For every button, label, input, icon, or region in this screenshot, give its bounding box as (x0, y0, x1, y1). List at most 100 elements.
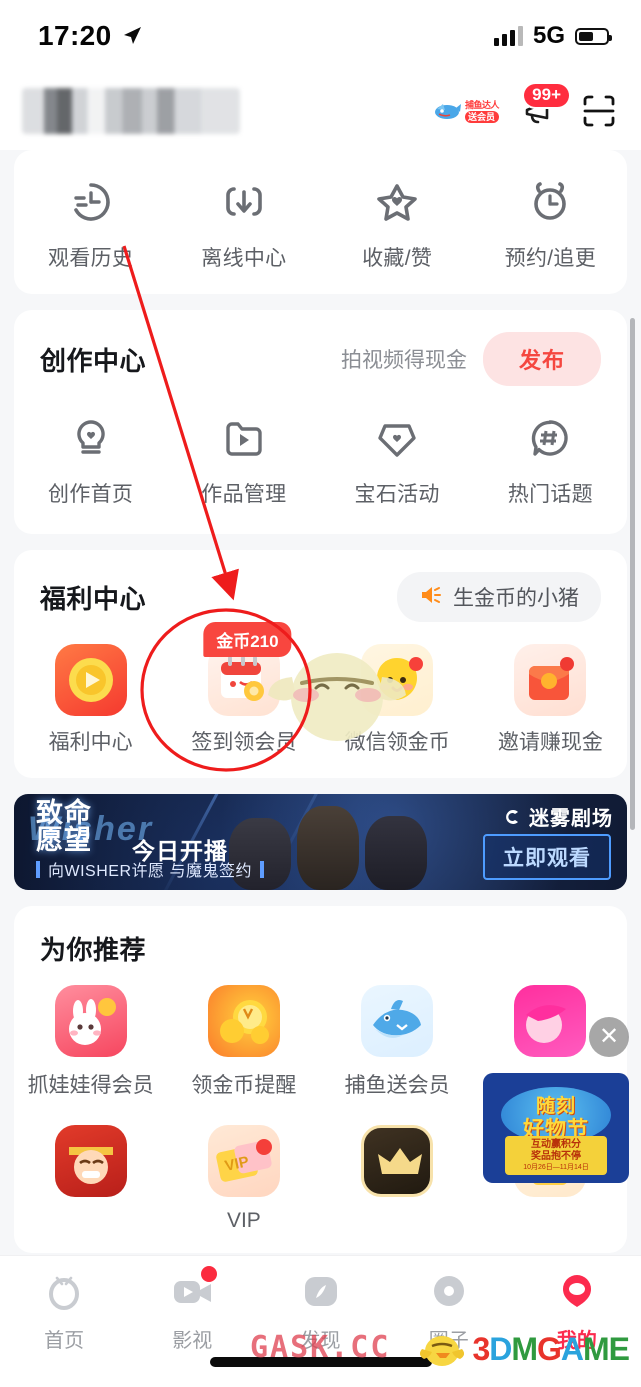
welfare-center-card: 福利中心 生金币的小猪 福利中心 金币210 签到领会员 微信领金币 邀请赚现金 (14, 550, 627, 778)
ad-ribbon-line1: 互动赢积分 (531, 1139, 581, 1150)
welfare-item-invite[interactable]: 邀请赚现金 (474, 644, 627, 756)
scan-icon[interactable] (579, 91, 619, 131)
quick-item-label: 离线中心 (201, 247, 287, 270)
recommend-item-label: VIP (226, 1209, 261, 1232)
banner-tagline: 向WISHER许愿 与魔鬼签约 (48, 863, 252, 880)
compass-discover-icon (298, 1268, 344, 1314)
tab-label: 首页 (44, 1330, 85, 1352)
welfare-item-checkin[interactable]: 金币210 签到领会员 (167, 622, 320, 756)
welfare-item-wechat[interactable]: 微信领金币 (321, 644, 474, 756)
notifications-button[interactable]: 99+ (519, 84, 569, 132)
banner-title-line2: 愿望 (36, 825, 92, 855)
user-name-masked[interactable] (22, 88, 240, 134)
download-offline-icon (218, 176, 270, 228)
status-time: 17:20 (38, 20, 112, 51)
tab-discover[interactable]: 发现 (256, 1268, 384, 1387)
video-camera-icon (169, 1266, 218, 1314)
chick-mascot-icon (420, 1336, 465, 1366)
header-actions: 捕鱼达人 送会员 99+ (432, 84, 619, 132)
circle-community-icon (426, 1268, 472, 1314)
ad-ribbon-line3: 10月26日—11月14日 (523, 1164, 589, 1171)
banner-studio-name: 迷雾剧场 (529, 808, 613, 830)
quick-access-card: 观看历史 离线中心 收藏/赞 预约/追更 (14, 150, 627, 294)
cast-figure (297, 806, 359, 890)
coin-reward-badge: 金币210 (203, 622, 292, 657)
phone-screen: 17:20 5G 捕鱼达人 送会员 99+ 观看历史 离线中心 收藏/赞 预约/… (0, 0, 641, 1387)
welfare-notice-pill[interactable]: 生金币的小猪 (397, 572, 601, 622)
welfare-item-label: 签到领会员 (191, 731, 297, 754)
creation-item-gem[interactable]: 宝石活动 (321, 412, 474, 508)
creation-item-topic[interactable]: 热门话题 (474, 412, 627, 508)
signal-bars-icon (493, 26, 523, 46)
home-tv-icon (41, 1268, 87, 1314)
floating-ad[interactable]: ✕ 随刻 好物节 互动赢积分 奖品抱不停 10月26日—11月14日 (483, 1017, 629, 1183)
recommend-item-coin[interactable]: 领金币提醒 (167, 985, 320, 1099)
tab-home[interactable]: 首页 (0, 1268, 128, 1387)
notification-count-badge: 99+ (524, 84, 569, 107)
quick-item-offline[interactable]: 离线中心 (167, 176, 320, 272)
status-bar: 17:20 5G (0, 0, 641, 72)
welfare-center-header: 福利中心 生金币的小猪 (14, 550, 627, 626)
folder-play-icon (218, 412, 270, 464)
creation-item-works[interactable]: 作品管理 (167, 412, 320, 508)
watermark-3dm-text: 3DMGAME (472, 1330, 630, 1367)
fishing-promo-badge[interactable]: 捕鱼达人 送会员 (432, 94, 501, 128)
recommend-item-claw[interactable]: 抓娃娃得会员 (14, 985, 167, 1099)
welfare-item-label: 邀请赚现金 (497, 731, 603, 754)
history-clock-icon (65, 176, 117, 228)
recommend-item-vip[interactable]: VIP VIP (167, 1125, 320, 1233)
tagline-bar (36, 860, 40, 878)
welfare-center-row: 福利中心 金币210 签到领会员 微信领金币 邀请赚现金 (14, 622, 627, 778)
profile-mine-icon (554, 1268, 600, 1314)
vertical-scrollbar[interactable] (630, 318, 635, 830)
promo-line1: 捕鱼达人 (464, 99, 500, 110)
welfare-item-label: 微信领金币 (344, 731, 450, 754)
creation-item-home[interactable]: 创作首页 (14, 412, 167, 508)
quick-item-favorites[interactable]: 收藏/赞 (321, 176, 474, 272)
welfare-item-label: 福利中心 (48, 731, 133, 754)
tab-video[interactable]: 影视 (128, 1266, 256, 1387)
speaker-horn-icon (419, 585, 443, 609)
creation-center-header: 创作中心 拍视频得现金 发布 (14, 310, 627, 390)
welfare-center-title: 福利中心 (40, 583, 147, 614)
banner-watch-button[interactable]: 立即观看 (483, 834, 611, 880)
recommend-title: 为你推荐 (40, 935, 147, 965)
recommend-header: 为你推荐 (14, 906, 627, 973)
tagline-bar (259, 860, 264, 878)
network-label: 5G (532, 22, 565, 49)
hashtag-bubble-icon (524, 412, 576, 464)
publish-button[interactable]: 发布 (482, 332, 601, 386)
tab-label: 影视 (172, 1330, 213, 1352)
welfare-item-center[interactable]: 福利中心 (14, 644, 167, 756)
shark-fish-icon (434, 99, 462, 123)
status-left: 17:20 (38, 20, 143, 52)
recommend-item-crown[interactable] (321, 1125, 474, 1233)
cast-figure (365, 816, 427, 890)
recommend-item-fortune[interactable] (14, 1125, 167, 1233)
creation-item-label: 宝石活动 (354, 483, 440, 506)
quick-item-label: 收藏/赞 (362, 247, 433, 270)
floating-ad-card[interactable]: 随刻 好物节 互动赢积分 奖品抱不停 10月26日—11月14日 (483, 1073, 629, 1183)
drama-promo-banner[interactable]: Wisher 致命 愿望 今日开播 向WISHER许愿 与魔鬼签约 迷雾剧场 立… (14, 794, 627, 890)
quick-item-history[interactable]: 观看历史 (14, 176, 167, 272)
close-x-icon[interactable]: ✕ (589, 1017, 629, 1057)
battery-icon (575, 27, 612, 45)
banner-studio-logo: 迷雾剧场 (501, 802, 613, 831)
quick-item-reserve[interactable]: 预约/追更 (474, 176, 627, 272)
star-heart-icon (371, 176, 423, 228)
promo-text-block: 捕鱼达人 送会员 (464, 99, 500, 123)
promo-line2: 送会员 (464, 110, 499, 123)
rabbit-claw-machine-app-icon (54, 985, 127, 1057)
ad-ribbon: 互动赢积分 奖品抱不停 10月26日—11月14日 (505, 1136, 607, 1175)
shark-fishing-app-icon (361, 985, 434, 1057)
gold-crown-app-icon (361, 1125, 434, 1197)
recommend-item-fishing[interactable]: 捕鱼送会员 (321, 985, 474, 1099)
recommend-item-label: 领金币提醒 (191, 1074, 297, 1097)
banner-title: 致命 愿望 (36, 800, 92, 855)
watermark-right: 3DMGAME (416, 1327, 630, 1371)
mist-theater-logo-icon (506, 809, 518, 824)
creation-center-row: 创作首页 作品管理 宝石活动 热门话题 (14, 390, 627, 534)
banner-tagline-row: 向WISHER许愿 与魔鬼签约 (36, 857, 264, 881)
location-arrow-icon (123, 27, 141, 44)
creation-item-label: 热门话题 (507, 483, 593, 506)
